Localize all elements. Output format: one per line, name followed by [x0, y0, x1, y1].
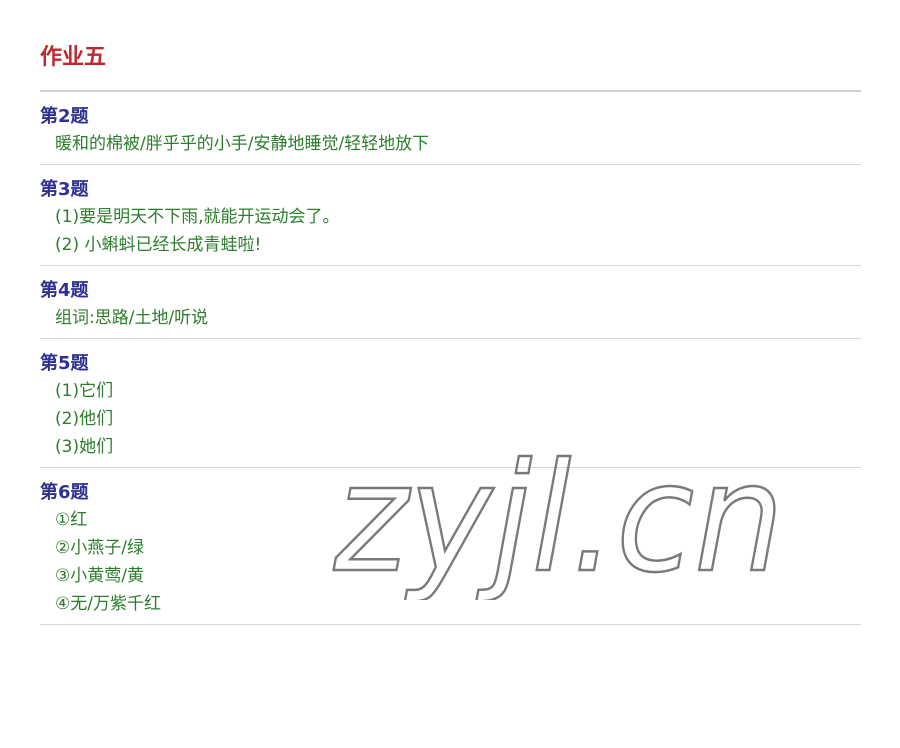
- question-heading: 第2题: [40, 106, 89, 127]
- question-section-4: 第4题 组词:思路/土地/听说: [40, 266, 861, 339]
- worksheet: 作业五 第2题 暖和的棉被/胖乎乎的小手/安静地睡觉/轻轻地放下 第3题 (1)…: [40, 40, 861, 625]
- answer-line: 暖和的棉被/胖乎乎的小手/安静地睡觉/轻轻地放下: [55, 134, 430, 154]
- question-section-2: 第2题 暖和的棉被/胖乎乎的小手/安静地睡觉/轻轻地放下: [40, 92, 861, 165]
- question-section-3: 第3题 (1)要是明天不下雨,就能开运动会了。 (2) 小蝌蚪已经长成青蛙啦!: [40, 165, 861, 266]
- answer-line: (2) 小蝌蚪已经长成青蛙啦!: [55, 235, 262, 255]
- question-section-5: 第5题 (1)它们 (2)他们 (3)她们: [40, 339, 861, 468]
- question-heading: 第4题: [40, 280, 89, 301]
- answer-line: 组词:思路/土地/听说: [55, 308, 209, 328]
- question-heading: 第3题: [40, 179, 89, 200]
- page-title: 作业五: [40, 45, 107, 70]
- question-section-6: 第6题 ①红 ②小燕子/绿 ③小黄莺/黄 ④无/万紫千红: [40, 468, 861, 625]
- answer-line: ③小黄莺/黄: [55, 566, 144, 586]
- question-heading: 第5题: [40, 353, 89, 374]
- answer-line: (3)她们: [55, 437, 114, 457]
- answer-line: ②小燕子/绿: [55, 538, 144, 558]
- answer-line: (1)它们: [55, 381, 114, 401]
- answer-line: ④无/万紫千红: [55, 594, 161, 614]
- answer-line: (1)要是明天不下雨,就能开运动会了。: [55, 207, 340, 227]
- answer-line: (2)他们: [55, 409, 114, 429]
- question-heading: 第6题: [40, 482, 89, 503]
- answer-line: ①红: [55, 510, 88, 530]
